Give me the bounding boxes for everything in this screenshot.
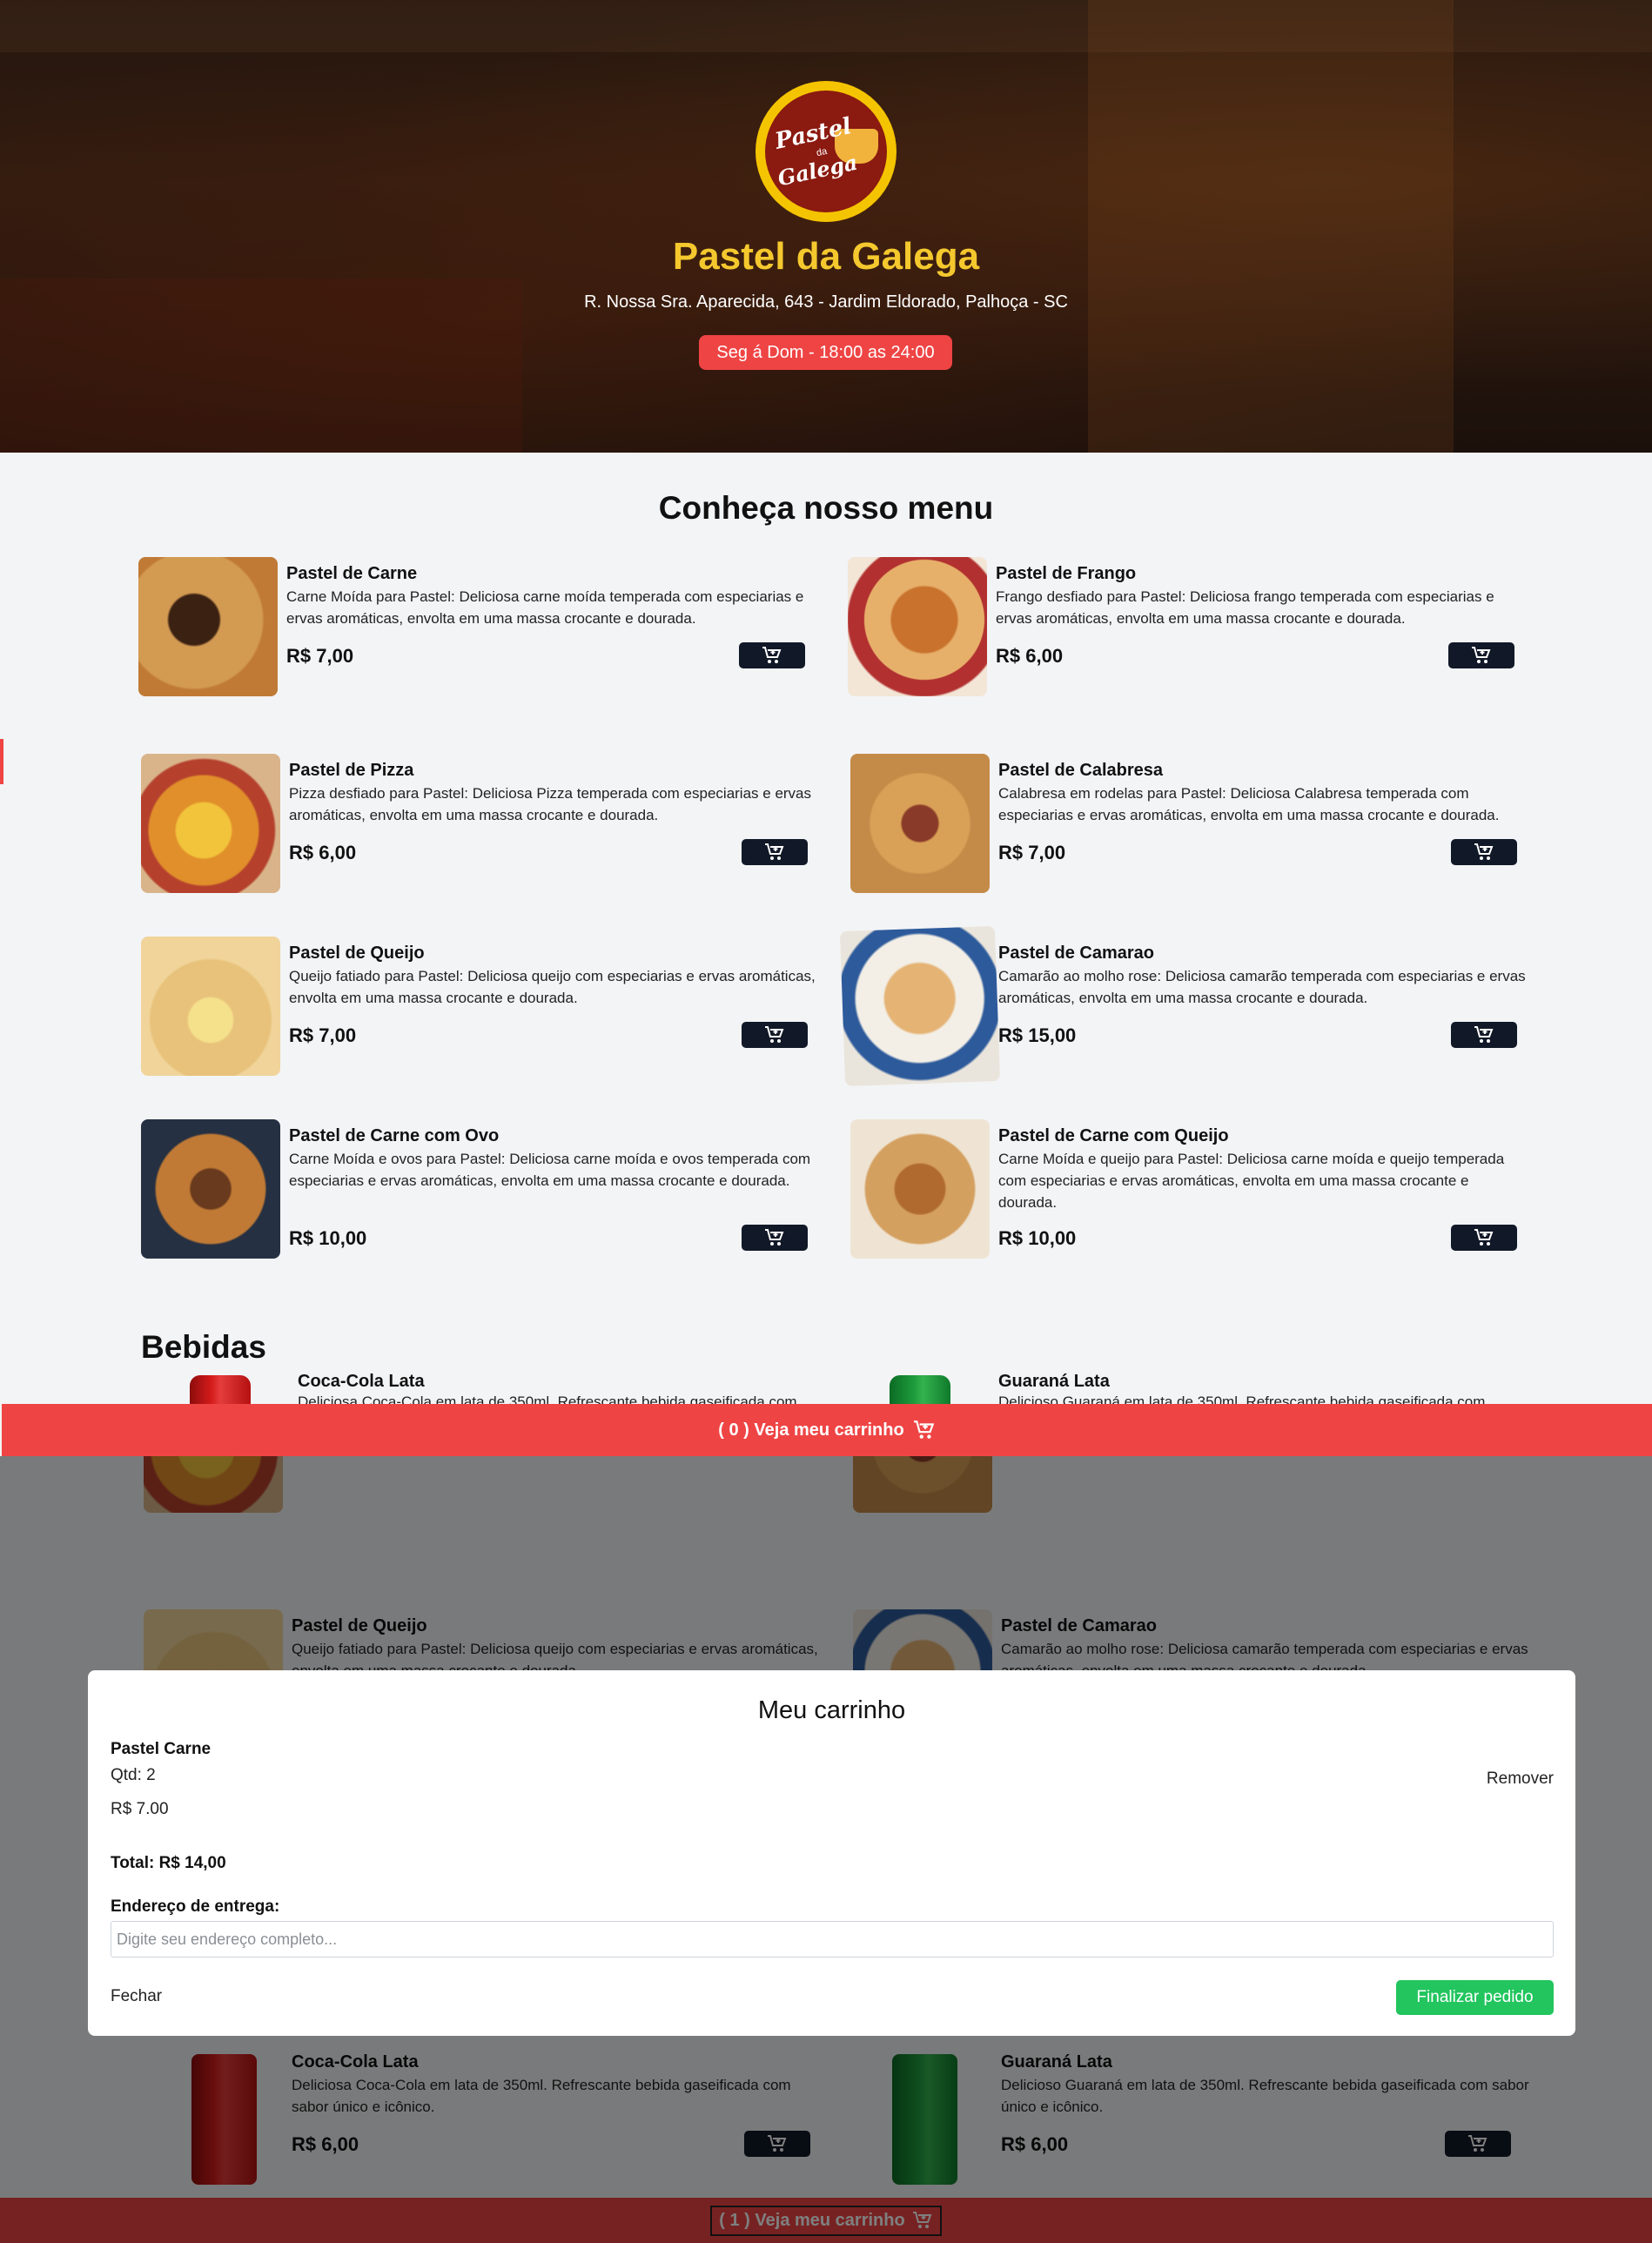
cart-count-open: (: [718, 1420, 729, 1440]
add-to-cart-button[interactable]: [1451, 839, 1517, 865]
restaurant-address: R. Nossa Sra. Aparecida, 643 - Jardim El…: [584, 292, 1068, 312]
add-to-cart-button[interactable]: [1451, 1225, 1517, 1251]
cart-count: 0: [729, 1420, 739, 1440]
menu-item: Pastel de Carne com Queijo Carne Moída e…: [850, 1119, 1538, 1267]
remove-item-button[interactable]: Remover: [1487, 1770, 1554, 1789]
menu-item: Pastel de Calabresa Calabresa em rodelas…: [850, 754, 1538, 902]
item-name: Coca-Cola Lata: [298, 1372, 425, 1391]
item-price: R$ 6,00: [996, 645, 1064, 667]
item-image: [190, 1375, 251, 1404]
item-price: R$ 7,00: [998, 842, 1066, 863]
add-to-cart-button[interactable]: [1451, 1022, 1517, 1048]
item-price: R$ 10,00: [998, 1227, 1077, 1249]
hero-overlay: [0, 0, 1652, 453]
cart-plus-icon: [765, 843, 784, 860]
item-description: Deliciosa Coca-Cola em lata de 350ml. Re…: [298, 1393, 797, 1404]
cart-plus-icon: [1474, 1229, 1494, 1246]
add-to-cart-button[interactable]: [1448, 642, 1514, 668]
item-image: [890, 1375, 950, 1404]
hero-banner: Pastel da Galega Pastel da Galega R. Nos…: [0, 0, 1652, 453]
cart-plus-icon: [762, 647, 782, 663]
add-to-cart-button[interactable]: [742, 1022, 808, 1048]
item-name: Pastel de Carne com Queijo: [998, 1126, 1229, 1145]
menu-item: Pastel de Carne Carne Moída para Pastel:…: [138, 557, 826, 705]
item-name: Pastel de Camarao: [998, 944, 1154, 963]
item-image: [850, 1119, 990, 1259]
item-description: Carne Moída e ovos para Pastel: Delicios…: [289, 1151, 811, 1189]
cart-plus-icon: [765, 1026, 784, 1043]
cart-icon: [913, 1420, 935, 1439]
item-description: Calabresa em rodelas para Pastel: Delici…: [998, 785, 1500, 823]
view-cart-label: Veja meu carrinho: [754, 1420, 904, 1440]
menu-item: Pastel de Carne com Ovo Carne Moída e ov…: [141, 1119, 829, 1267]
item-image: [839, 925, 1001, 1087]
item-image: [850, 754, 990, 893]
cart-total: Total: R$ 14,00: [111, 1854, 226, 1872]
item-price: R$ 6,00: [289, 842, 357, 863]
cart-plus-icon: [765, 1229, 784, 1246]
cart-plus-icon: [1472, 647, 1491, 663]
item-price: R$ 7,00: [286, 645, 354, 667]
opening-hours-badge: Seg á Dom - 18:00 as 24:00: [699, 335, 952, 370]
close-button[interactable]: Fechar: [111, 1987, 162, 2006]
item-description: Delicioso Guaraná em lata de 350ml. Refr…: [998, 1393, 1486, 1404]
item-image: [141, 937, 280, 1076]
logo: Pastel da Galega: [755, 81, 897, 222]
add-to-cart-button[interactable]: [742, 1225, 808, 1251]
drinks-preview: Coca-Cola Lata Deliciosa Coca-Cola em la…: [0, 1372, 1652, 1404]
restaurant-title: Pastel da Galega: [672, 235, 980, 278]
item-price: R$ 7,00: [289, 1024, 357, 1046]
item-description: Camarão ao molho rose: Deliciosa camarão…: [998, 968, 1526, 1006]
item-image: [848, 557, 987, 696]
cart-plus-icon: [1474, 1026, 1494, 1043]
item-image: [138, 557, 278, 696]
cart-item-price: R$ 7.00: [111, 1800, 169, 1818]
item-description: Queijo fatiado para Pastel: Deliciosa qu…: [289, 968, 816, 1006]
menu-title: Conheça nosso menu: [658, 490, 994, 526]
item-name: Pastel de Carne com Ovo: [289, 1126, 500, 1145]
item-name: Pastel de Pizza: [289, 761, 414, 780]
finish-order-button[interactable]: Finalizar pedido: [1396, 1980, 1554, 2015]
drinks-title: Bebidas: [141, 1329, 266, 1365]
modal-title: Meu carrinho: [757, 1696, 906, 1724]
item-price: R$ 10,00: [289, 1227, 367, 1249]
item-description: Frango desfiado para Pastel: Deliciosa f…: [996, 588, 1494, 627]
menu-item: Pastel de Frango Frango desfiado para Pa…: [848, 557, 1535, 705]
cart-plus-icon: [1474, 843, 1494, 860]
item-name: Pastel de Carne: [286, 564, 418, 583]
item-description: Pizza desfiado para Pastel: Deliciosa Pi…: [289, 785, 812, 823]
menu-item: Pastel de Queijo Queijo fatiado para Pas…: [141, 937, 829, 1085]
menu-item: Pastel de Camarao Camarão ao molho rose:…: [839, 925, 1538, 1087]
item-description: Carne Moída e queijo para Pastel: Delici…: [998, 1151, 1505, 1211]
add-to-cart-button[interactable]: [742, 839, 808, 865]
item-name: Guaraná Lata: [998, 1372, 1110, 1391]
cart-item-name: Pastel Carne: [111, 1740, 212, 1758]
add-to-cart-button[interactable]: [739, 642, 805, 668]
item-price: R$ 15,00: [998, 1024, 1077, 1046]
address-input[interactable]: [111, 1921, 1554, 1958]
item-image: [141, 754, 280, 893]
item-description: Carne Moída para Pastel: Deliciosa carne…: [286, 588, 804, 627]
item-image: [141, 1119, 280, 1259]
item-name: Pastel de Frango: [996, 564, 1137, 583]
address-label: Endereço de entrega:: [111, 1897, 280, 1916]
item-name: Pastel de Queijo: [289, 944, 425, 963]
menu-item: Pastel de Pizza Pizza desfiado para Past…: [141, 754, 829, 902]
item-name: Pastel de Calabresa: [998, 761, 1163, 780]
side-marker: [0, 739, 3, 784]
cart-count-close: ): [738, 1420, 755, 1440]
view-cart-bar[interactable]: ( 0 ) Veja meu carrinho: [2, 1404, 1652, 1456]
cart-modal: Meu carrinho Pastel Carne Qtd: 2 R$ 7.00…: [88, 1670, 1575, 2036]
cart-item-qty: Qtd: 2: [111, 1766, 156, 1784]
